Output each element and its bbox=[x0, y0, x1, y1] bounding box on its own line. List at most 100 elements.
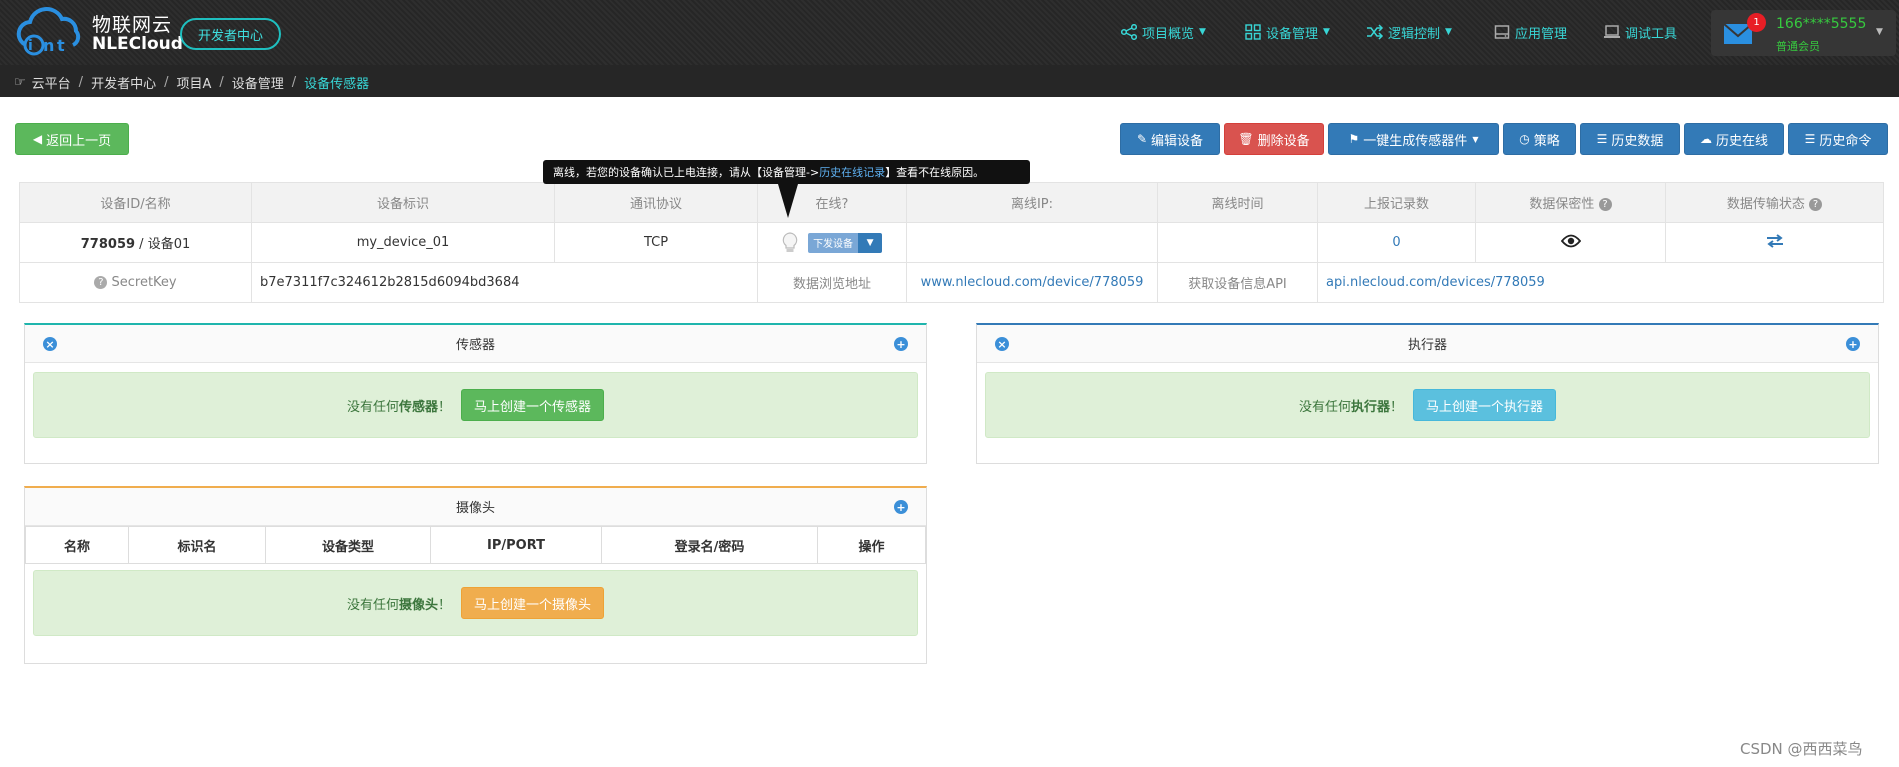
question-circle-icon[interactable]: ? bbox=[1598, 198, 1612, 211]
caret-down-icon: ▼ bbox=[1323, 27, 1330, 37]
create-camera-button[interactable]: 马上创建一个摄像头 bbox=[461, 587, 605, 619]
generate-sensors-button[interactable]: ⚑ 一键生成传感器件 ▼ bbox=[1328, 123, 1499, 155]
iot-cloud-logo: i n t bbox=[16, 7, 81, 56]
nav-app-management[interactable]: 应用管理 bbox=[1493, 20, 1567, 44]
generate-label: 一键生成传感器件 bbox=[1363, 133, 1468, 149]
actuator-panel-title: 执行器 bbox=[1407, 338, 1447, 353]
edit-device-button[interactable]: ✎ 编辑设备 bbox=[1120, 123, 1220, 155]
strategy-label: 策略 bbox=[1533, 133, 1560, 149]
empty-text: 没有任何 bbox=[346, 597, 399, 613]
add-circle-icon[interactable]: + bbox=[894, 337, 908, 351]
col-header: 数据保密性 ? bbox=[1475, 182, 1666, 223]
actuator-empty-alert: 没有任何 执行器！ 马上创建一个执行器 bbox=[985, 372, 1870, 438]
device-id: 778059 bbox=[80, 237, 136, 252]
breadcrumb-item[interactable]: 云平台 bbox=[32, 73, 71, 92]
nav-label: 设备管理 bbox=[1266, 26, 1319, 42]
cloud-upload-icon: ☁ bbox=[1699, 132, 1712, 146]
camera-panel-header: 摄像头 + bbox=[25, 488, 926, 526]
col-header: 标识名 bbox=[128, 526, 266, 564]
tooltip-history-link[interactable]: 历史在线记录 bbox=[819, 164, 885, 180]
create-actuator-button[interactable]: 马上创建一个执行器 bbox=[1413, 389, 1557, 421]
breadcrumb-separator: / bbox=[164, 75, 169, 90]
breadcrumb-item[interactable]: 开发者中心 bbox=[91, 73, 156, 92]
add-circle-icon[interactable]: + bbox=[894, 500, 908, 514]
col-header-label: 数据传输状态 bbox=[1726, 197, 1805, 212]
trash-icon: 🗑 bbox=[1238, 132, 1254, 146]
col-header: 设备ID/名称 bbox=[19, 182, 252, 223]
edit-label: 编辑设备 bbox=[1151, 133, 1204, 149]
sensor-empty-alert: 没有任何 传感器！ 马上创建一个传感器 bbox=[33, 372, 918, 438]
back-button[interactable]: ◀ 返回上一页 bbox=[15, 123, 129, 155]
question-circle-icon[interactable]: ? bbox=[1809, 198, 1823, 211]
device-name: / 设备01 bbox=[135, 237, 191, 252]
history-data-label: 历史数据 bbox=[1611, 133, 1664, 149]
tooltip-arrow bbox=[778, 184, 798, 218]
col-header: 设备标识 bbox=[251, 182, 555, 223]
send-to-device-label[interactable]: 下发设备 bbox=[808, 232, 859, 253]
data-privacy-cell bbox=[1475, 222, 1666, 263]
camera-empty-alert: 没有任何 摄像头！ 马上创建一个摄像头 bbox=[33, 570, 918, 636]
tooltip-text: 离线，若您的设备确认已上电连接，请从【设备管理-> bbox=[553, 166, 820, 179]
breadcrumb: ☞ 云平台 / 开发者中心 / 项目A / 设备管理 / 设备传感器 bbox=[14, 73, 369, 92]
empty-text-bold: 摄像头 bbox=[398, 597, 438, 613]
svg-text:i: i bbox=[28, 38, 33, 54]
add-circle-icon[interactable]: + bbox=[1846, 337, 1860, 351]
nav-label: 调试工具 bbox=[1625, 26, 1678, 42]
col-header: 数据传输状态 ? bbox=[1665, 182, 1884, 223]
grid-icon bbox=[1244, 23, 1262, 41]
breadcrumb-item[interactable]: 设备管理 bbox=[232, 73, 284, 92]
back-label: 返回上一页 bbox=[46, 133, 112, 149]
history-online-button[interactable]: ☁ 历史在线 bbox=[1684, 123, 1784, 155]
breadcrumb-item[interactable]: 项目A bbox=[176, 73, 211, 92]
collapse-icon[interactable]: × bbox=[995, 337, 1009, 351]
report-count-link[interactable]: 0 bbox=[1317, 222, 1476, 263]
caret-down-icon[interactable]: ▼ bbox=[858, 232, 883, 253]
empty-text: 没有任何 bbox=[1298, 399, 1351, 415]
camera-panel-title: 摄像头 bbox=[455, 501, 495, 516]
sensor-panel-header: × 传感器 + bbox=[25, 325, 926, 363]
online-status-cell: 下发设备 ▼ bbox=[757, 222, 907, 263]
browse-url-link[interactable]: www.nlecloud.com/device/778059 bbox=[906, 262, 1158, 303]
nav-label: 项目概览 bbox=[1142, 26, 1195, 42]
strategy-button[interactable]: ◷ 策略 bbox=[1503, 123, 1576, 155]
notification-badge: 1 bbox=[1747, 13, 1766, 32]
offline-ip bbox=[906, 222, 1158, 263]
create-sensor-button[interactable]: 马上创建一个传感器 bbox=[461, 389, 605, 421]
history-data-button[interactable]: ☰ 历史数据 bbox=[1580, 123, 1680, 155]
collapse-icon[interactable]: × bbox=[43, 337, 57, 351]
device-tag: my_device_01 bbox=[251, 222, 555, 263]
question-circle-icon[interactable]: ? bbox=[94, 276, 108, 289]
send-to-device-split-button[interactable]: 下发设备 ▼ bbox=[808, 232, 883, 253]
device-protocol: TCP bbox=[554, 222, 758, 263]
col-header: IP/PORT bbox=[430, 526, 602, 564]
delete-device-button[interactable]: 🗑 删除设备 bbox=[1224, 123, 1324, 155]
history-command-button[interactable]: ☰ 历史命令 bbox=[1788, 123, 1888, 155]
user-menu[interactable]: 1 166****5555 普通会员 ▼ bbox=[1711, 10, 1896, 56]
thumbs-up-icon: ☞ bbox=[14, 75, 26, 90]
nav-debug-tools[interactable]: 调试工具 bbox=[1603, 20, 1677, 44]
user-level: 普通会员 bbox=[1776, 40, 1820, 53]
list-icon: ☰ bbox=[1596, 132, 1608, 146]
camera-table: 名称 标识名 设备类型 IP/PORT 登录名/密码 操作 bbox=[25, 526, 926, 564]
share-icon bbox=[1120, 23, 1138, 41]
delete-label: 删除设备 bbox=[1257, 133, 1310, 149]
history-online-label: 历史在线 bbox=[1715, 133, 1768, 149]
actuator-panel-header: × 执行器 + bbox=[977, 325, 1878, 363]
developer-center-button[interactable]: 开发者中心 bbox=[180, 18, 281, 50]
eye-icon[interactable] bbox=[1560, 234, 1581, 248]
transfer-arrows-icon[interactable] bbox=[1765, 233, 1785, 248]
api-label: 获取设备信息API bbox=[1157, 262, 1318, 303]
secret-key-label: SecretKey bbox=[111, 275, 177, 290]
list-icon: ☰ bbox=[1804, 132, 1816, 146]
transfer-status-cell bbox=[1665, 222, 1884, 263]
col-header: 名称 bbox=[25, 526, 129, 564]
nav-device-management[interactable]: 设备管理 ▼ bbox=[1244, 20, 1330, 44]
offline-tooltip: 离线，若您的设备确认已上电连接，请从【设备管理-> 历史在线记录 】查看不在线原因。 bbox=[543, 160, 1030, 184]
lightbulb-off-icon bbox=[782, 231, 798, 252]
nav-project-overview[interactable]: 项目概览 ▼ bbox=[1120, 20, 1206, 44]
api-url-link[interactable]: api.nlecloud.com/devices/778059 bbox=[1317, 262, 1884, 303]
empty-text-bold: 传感器 bbox=[398, 399, 438, 415]
nav-logic-control[interactable]: 逻辑控制 ▼ bbox=[1366, 20, 1452, 44]
watermark: CSDN @西西菜鸟 bbox=[1740, 740, 1863, 758]
sensor-panel: × 传感器 + 没有任何 传感器！ 马上创建一个传感器 bbox=[24, 323, 927, 464]
